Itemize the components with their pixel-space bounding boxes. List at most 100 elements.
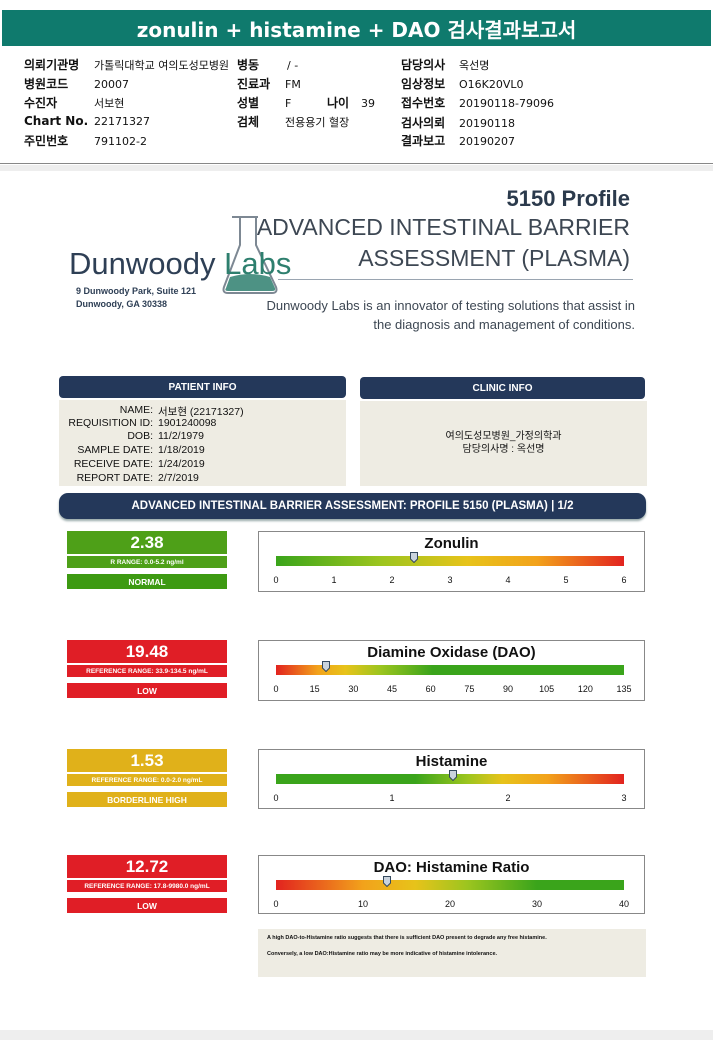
result-reference-range: R RANGE: 0.0-5.2 ng/ml: [67, 555, 227, 568]
gauge-tick-label: 45: [386, 684, 398, 694]
ratio-note: A high DAO-to-Histamine ratio suggests t…: [258, 929, 646, 977]
patient-info-row: REQUISITION ID: 1901240098: [59, 417, 346, 430]
result-gauge: Zonulin 0 1 2 3 4 5 6: [258, 531, 645, 592]
patient-info-row: REPORT DATE: 2/7/2019: [59, 472, 346, 485]
gauge-tick-label: 135: [616, 684, 632, 694]
lab-logo-name: Dunwoody Labs: [69, 246, 292, 281]
result-gauge: Diamine Oxidase (DAO) 0 15 30 45 60 75 90 105 120…: [258, 640, 645, 701]
result-status: LOW: [67, 683, 227, 698]
gauge-marker-icon: [449, 770, 458, 781]
patient-info-key: NAME:: [119, 404, 153, 416]
header-info: 의뢰기관명 가톨릭대학교 여의도성모병원 병동 / - 담당의사 옥선명 병원코드 20…: [0, 52, 713, 164]
result-value: 19.48: [67, 640, 227, 663]
separator-band: [0, 165, 713, 171]
gauge-tick-label: 0: [273, 684, 279, 694]
field-clinical-info: 임상정보 O16K20VL0: [401, 77, 524, 91]
field-department: 진료과 FM: [237, 77, 301, 91]
gauge-tick-label: 0: [273, 899, 279, 909]
gauge-tick-label: 75: [464, 684, 475, 694]
result-status: BORDERLINE HIGH: [67, 792, 227, 807]
result-gauge: DAO: Histamine Ratio 0 10 20 30 40: [258, 855, 645, 914]
field-chart-no: Chart No. 22171327: [24, 114, 150, 128]
gauge-tick-label: 30: [531, 899, 543, 909]
result-value: 12.72: [67, 855, 227, 878]
patient-info-value: 2/7/2019: [158, 472, 199, 484]
gauge-title: Diamine Oxidase (DAO): [367, 644, 536, 661]
gauge-tick-label: 3: [447, 575, 453, 585]
profile-title: 5150 Profile: [506, 186, 630, 211]
gauge-marker-icon: [322, 661, 331, 672]
section-title: ADVANCED INTESTINAL BARRIER ASSESSMENT: …: [59, 493, 646, 519]
result-value: 1.53: [67, 749, 227, 772]
lab-address-line1: 9 Dunwoody Park, Suite 121: [76, 286, 197, 296]
report-main-title-line2: ASSESSMENT (PLASMA): [358, 245, 630, 271]
gauge-marker-icon: [410, 552, 419, 563]
title-bar: zonulin + histamine + DAO 검사결과보고서: [0, 0, 713, 56]
field-doctor: 담당의사 옥선명: [401, 58, 490, 72]
field-resident-number: 주민번호 791102-2: [24, 134, 147, 148]
title-band: zonulin + histamine + DAO 검사결과보고서: [2, 10, 711, 46]
gauge-title: Zonulin: [424, 535, 479, 552]
field-test-request: 검사의뢰 20190118: [401, 116, 515, 130]
field-hospital-code: 병원코드 20007: [24, 77, 129, 91]
note-line1: A high DAO-to-Histamine ratio suggests t…: [267, 935, 547, 941]
gauge-marker-icon: [382, 876, 391, 887]
patient-info-key: REPORT DATE:: [76, 472, 153, 484]
result-reference-range: REFERENCE RANGE: 17.8-9980.0 ng/mL: [67, 879, 227, 892]
result-reference-range: REFERENCE RANGE: 0.0-2.0 ng/mL: [67, 773, 227, 786]
footer-band: [0, 1030, 713, 1040]
gauge-tick-label: 1: [389, 793, 395, 803]
gauge-tick-label: 60: [425, 684, 436, 694]
field-receipt-number: 접수번호 20190118-79096: [401, 96, 554, 110]
patient-info-value: 1/18/2019: [158, 444, 205, 456]
gauge-tick-label: 105: [539, 684, 555, 694]
gauge-tick-label: 5: [563, 575, 569, 585]
gauge-tick-label: 90: [502, 684, 514, 694]
gauge-tick-label: 30: [348, 684, 359, 694]
field-ward: 병동 / -: [237, 58, 299, 72]
field-patient: 수진자 서보현: [24, 96, 125, 110]
report-title: zonulin + histamine + DAO 검사결과보고서: [136, 17, 577, 42]
tagline-line2: the diagnosis and management of conditio…: [373, 317, 635, 332]
gauge-tick-label: 15: [309, 684, 320, 694]
gauge-tick-label: 1: [331, 575, 337, 585]
patient-info-row: SAMPLE DATE: 1/18/2019: [59, 444, 346, 457]
result-status: LOW: [67, 898, 227, 913]
clinic-doctor: 담당의사명 : 옥선명: [462, 444, 545, 455]
lab-address-line2: Dunwoody, GA 30338: [76, 299, 168, 309]
tagline-line1: Dunwoody Labs is an innovator of testing…: [266, 298, 635, 313]
patient-info-value: 11/2/1979: [158, 430, 204, 442]
patient-info-value: 1901240098: [158, 417, 217, 429]
patient-info-key: REQUISITION ID:: [68, 417, 153, 429]
gauge-bar: [276, 556, 624, 566]
field-sex: 성별 F: [237, 96, 292, 110]
gauge-tick-label: 3: [621, 793, 627, 803]
gauge-tick-label: 6: [621, 575, 627, 585]
field-requesting-institution: 의뢰기관명 가톨릭대학교 여의도성모병원: [24, 58, 230, 72]
report-main-title-line1: ADVANCED INTESTINAL BARRIER: [256, 214, 630, 240]
field-specimen: 검체 전용용기 혈장: [237, 115, 350, 129]
result-status: NORMAL: [67, 574, 227, 589]
gauge-tick-label: 20: [444, 899, 456, 909]
patient-info-row: DOB: 11/2/1979: [59, 430, 346, 443]
gauge-title: DAO: Histamine Ratio: [373, 859, 530, 876]
patient-info-heading: PATIENT INFO: [59, 376, 346, 398]
gauge-tick-label: 2: [505, 793, 511, 803]
gauge-tick-label: 0: [273, 793, 279, 803]
gauge-tick-label: 2: [389, 575, 395, 585]
result-gauge: Histamine 0 1 2 3: [258, 749, 645, 809]
logo-divider: [278, 279, 633, 280]
patient-info-key: DOB:: [127, 430, 153, 442]
gauge-tick-label: 40: [618, 899, 630, 909]
clinic-info-heading: CLINIC INFO: [360, 377, 645, 399]
patient-info-row: NAME: 서보현 (22171327): [59, 404, 346, 418]
patient-info-value: 1/24/2019: [158, 458, 205, 470]
patient-info-key: RECEIVE DATE:: [73, 458, 153, 470]
result-value: 2.38: [67, 531, 227, 554]
patient-info-key: SAMPLE DATE:: [77, 444, 153, 456]
gauge-tick-label: 120: [577, 684, 593, 694]
gauge-bar: [276, 880, 624, 890]
note-line2: Conversely, a low DAO:Histamine ratio ma…: [267, 951, 498, 957]
field-result-report: 결과보고 20190207: [401, 134, 515, 148]
field-age: 나이 39: [327, 96, 375, 110]
